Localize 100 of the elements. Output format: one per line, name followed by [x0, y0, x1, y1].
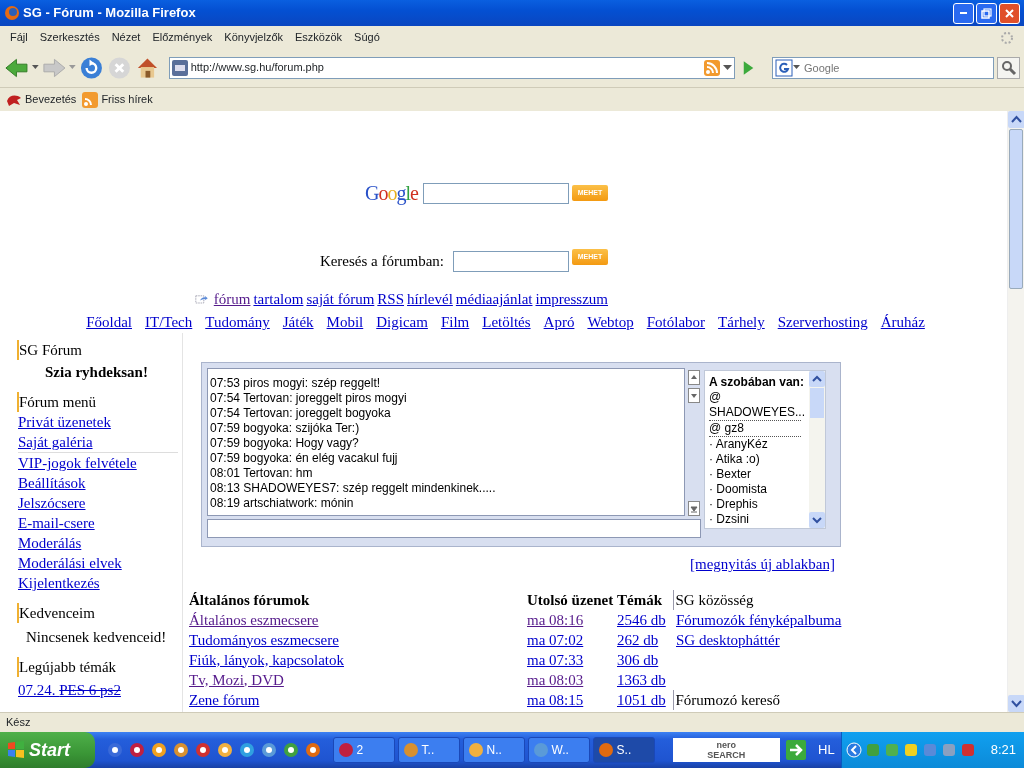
user-name[interactable]: · Doomista: [709, 482, 809, 497]
scroll-bottom-icon[interactable]: [688, 501, 700, 516]
link[interactable]: fórum: [213, 287, 251, 311]
address-bar[interactable]: http://www.sg.hu/forum.php: [168, 56, 735, 79]
app-icon[interactable]: [128, 742, 145, 758]
nav-link[interactable]: Fotólabor: [646, 311, 706, 335]
last-post-link[interactable]: ma 08:03: [527, 671, 584, 688]
menu-link[interactable]: VIP-jogok felvétele: [18, 455, 137, 471]
menu-link[interactable]: Moderálás: [18, 535, 82, 551]
menu-item[interactable]: Nézet: [105, 26, 147, 48]
taskbar-button[interactable]: N..: [462, 737, 525, 763]
menu-item[interactable]: Súgó: [348, 26, 386, 48]
user-name[interactable]: @ gz8: [709, 421, 801, 437]
community-link[interactable]: Fórumozók fényképalbuma: [676, 611, 842, 628]
nav-link[interactable]: Tudomány: [205, 311, 270, 335]
last-post-link[interactable]: ma 08:16: [527, 611, 584, 628]
scroll-up-icon[interactable]: [688, 370, 700, 386]
app-icon[interactable]: [304, 742, 321, 758]
expand-tray-icon[interactable]: [845, 742, 862, 758]
menu-item[interactable]: Fájl: [4, 26, 34, 48]
link[interactable]: hírlevél: [407, 287, 453, 311]
chat-input[interactable]: [207, 519, 701, 538]
taskbar-button[interactable]: 2: [332, 737, 395, 763]
menu-link[interactable]: Privát üzenetek: [18, 414, 111, 430]
scroll-up-icon[interactable]: [809, 371, 825, 387]
menu-link[interactable]: Jelszócsere: [18, 495, 86, 511]
nav-link[interactable]: Tárhely: [718, 311, 765, 335]
forum-link[interactable]: Fiúk, lányok, kapcsolatok: [189, 651, 344, 668]
app-icon[interactable]: [150, 742, 167, 758]
language-indicator[interactable]: HL: [818, 740, 835, 760]
menu-item[interactable]: Szerkesztés: [33, 26, 106, 48]
last-post-link[interactable]: ma 07:33: [527, 651, 584, 668]
community-link[interactable]: SG desktopháttér: [676, 631, 780, 648]
taskbar-button[interactable]: T..: [397, 737, 460, 763]
reload-icon[interactable]: [79, 54, 104, 81]
bookmark[interactable]: Bevezetés: [6, 91, 77, 108]
dropdown-icon[interactable]: [31, 65, 39, 70]
nav-link[interactable]: Apró: [543, 311, 575, 335]
forum-link[interactable]: Általános eszmecsere: [189, 611, 319, 628]
user-name[interactable]: · Bexter: [709, 467, 809, 482]
forum-search-field[interactable]: [453, 250, 569, 272]
nav-link[interactable]: Film: [440, 311, 470, 335]
link[interactable]: impresszum: [535, 287, 608, 311]
app-icon[interactable]: [106, 742, 123, 758]
link[interactable]: médiaajánlat: [455, 287, 533, 311]
user-name[interactable]: · Drephis: [709, 497, 809, 512]
nav-link[interactable]: Letöltés: [482, 311, 531, 335]
nav-link[interactable]: Játék: [282, 311, 314, 335]
search-field[interactable]: Google: [772, 56, 994, 79]
scroll-up-icon[interactable]: [1008, 111, 1024, 128]
menu-link[interactable]: Kijelentkezés: [18, 575, 100, 591]
link[interactable]: RSS: [377, 287, 405, 311]
app-icon[interactable]: [260, 742, 277, 758]
app-icon[interactable]: [172, 742, 189, 758]
scroll-down-icon[interactable]: [809, 512, 825, 528]
menu-link[interactable]: Beállítások: [18, 475, 86, 491]
minimize-button[interactable]: [953, 2, 974, 24]
search-button[interactable]: [997, 56, 1020, 79]
link[interactable]: saját fórum: [306, 287, 375, 311]
nav-link[interactable]: Főoldal: [86, 311, 132, 335]
user-name[interactable]: · Dzsini: [709, 512, 809, 526]
forum-link[interactable]: Tudományos eszmecsere: [189, 631, 339, 648]
last-post-link[interactable]: ma 08:15: [527, 691, 584, 708]
scroll-down-icon[interactable]: [1008, 695, 1024, 712]
menu-item[interactable]: Könyvjelzők: [218, 26, 290, 48]
close-button[interactable]: [999, 2, 1020, 24]
forum-link[interactable]: Tv, Mozi, DVD: [189, 671, 284, 688]
user-name[interactable]: · AranyKéz: [709, 437, 809, 452]
app-icon[interactable]: [194, 742, 211, 758]
maximize-button[interactable]: [976, 2, 997, 24]
last-post-link[interactable]: ma 07:02: [527, 631, 584, 648]
app-icon[interactable]: [282, 742, 299, 758]
topics-link[interactable]: 1363 db: [617, 671, 666, 688]
app-icon[interactable]: [238, 742, 255, 758]
nav-link[interactable]: Mobil: [326, 311, 364, 335]
user-name[interactable]: · Atika :o): [709, 452, 809, 467]
scroll-down-icon[interactable]: [688, 388, 700, 404]
menu-link[interactable]: Saját galéria: [18, 434, 93, 450]
bookmark[interactable]: Friss hírek: [82, 91, 153, 108]
menu-link[interactable]: Moderálási elvek: [18, 555, 122, 571]
menu-item[interactable]: Előzmények: [146, 26, 219, 48]
dropdown-icon[interactable]: [722, 64, 732, 71]
menu-item[interactable]: Eszközök: [289, 26, 349, 48]
nav-link[interactable]: IT/Tech: [145, 311, 193, 335]
topics-link[interactable]: 1051 db: [617, 691, 666, 708]
topics-link[interactable]: 262 db: [617, 631, 659, 648]
start-button[interactable]: Start: [0, 732, 95, 768]
nav-link[interactable]: Digicam: [376, 311, 428, 335]
nav-link[interactable]: Szerverhosting: [777, 311, 868, 335]
open-new-window-link[interactable]: [megnyitás új ablakban]: [690, 556, 835, 572]
menu-link[interactable]: E-mail-csere: [18, 515, 95, 531]
taskbar-button[interactable]: W..: [527, 737, 590, 763]
nav-link[interactable]: Webtop: [587, 311, 634, 335]
forum-link[interactable]: Zene fórum: [189, 691, 260, 708]
back-arrow-icon[interactable]: [4, 55, 29, 80]
topic-link[interactable]: 07.24. PES 6 ps2: [18, 682, 121, 698]
topics-link[interactable]: 306 db: [617, 651, 659, 668]
scroll-thumb[interactable]: [810, 388, 824, 418]
topics-link[interactable]: 2546 db: [617, 611, 666, 628]
nav-link[interactable]: Áruház: [880, 311, 925, 335]
